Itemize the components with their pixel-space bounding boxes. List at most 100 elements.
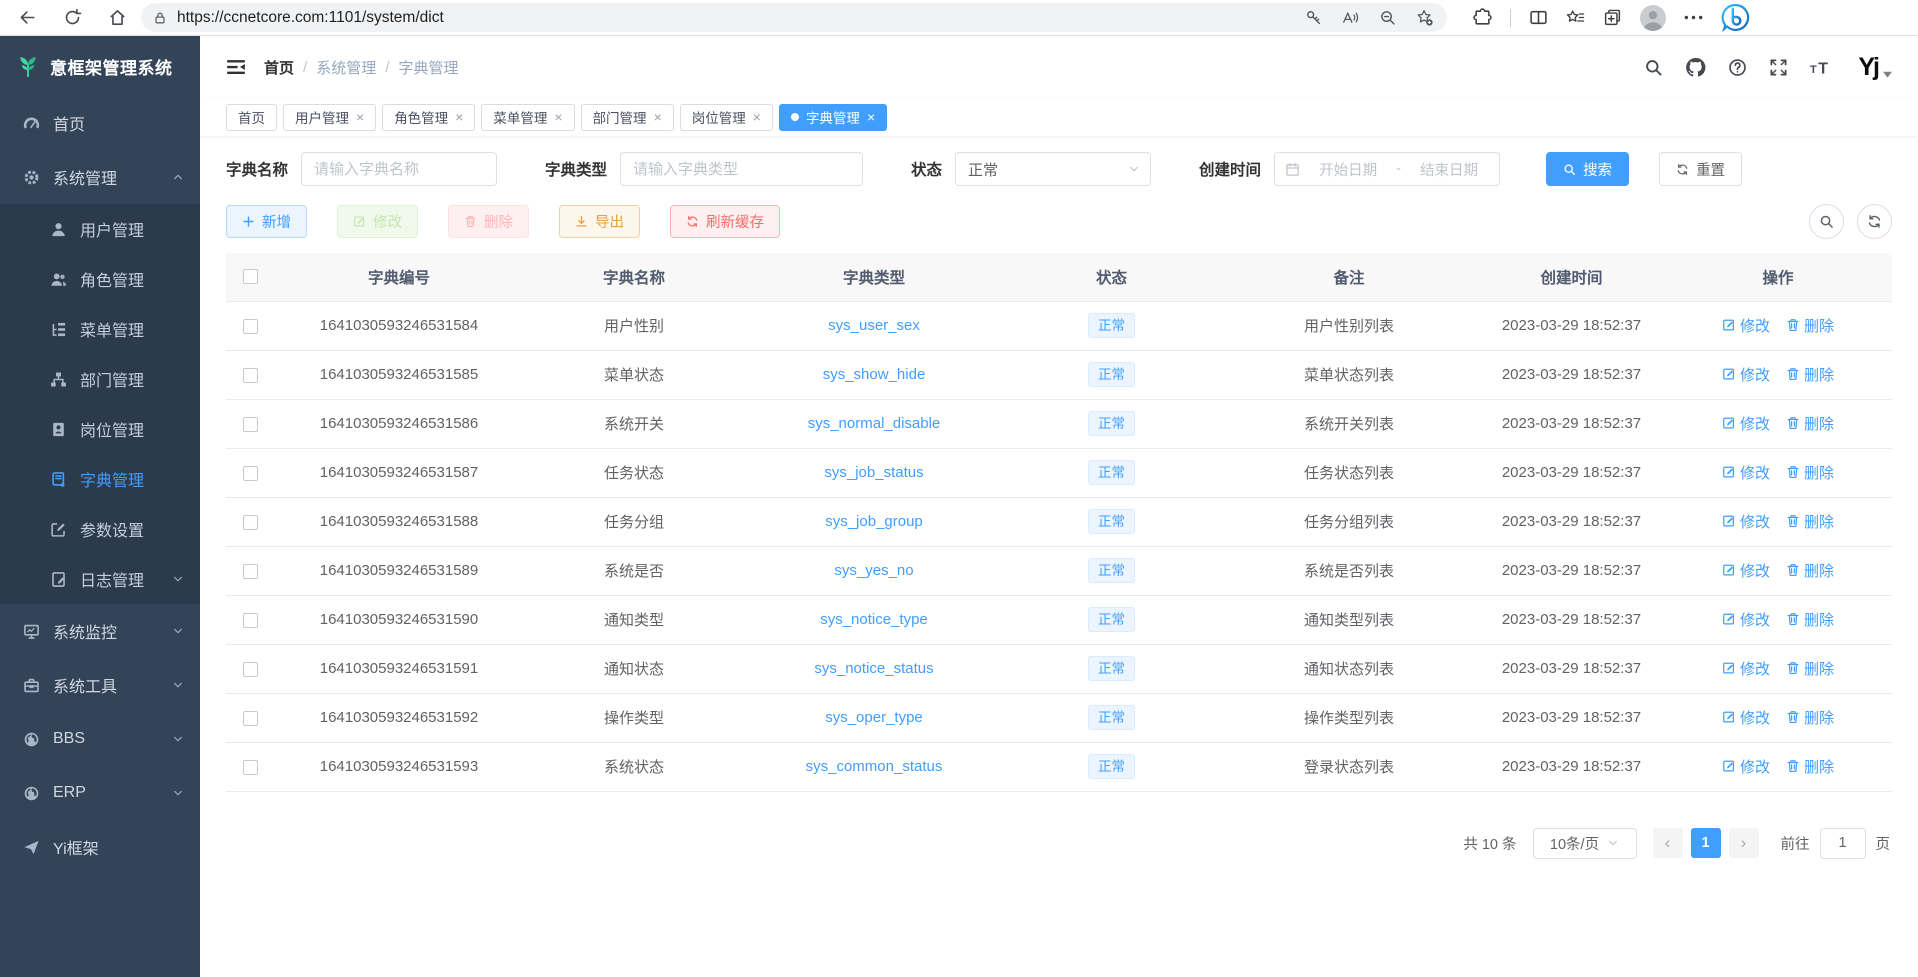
dict-type-link[interactable]: sys_oper_type xyxy=(825,709,923,726)
delete-row-button[interactable]: 删除 xyxy=(1786,756,1834,777)
tab-岗位管理[interactable]: 岗位管理× xyxy=(680,104,773,131)
close-icon[interactable]: × xyxy=(554,110,562,124)
新增-button[interactable]: 新增 xyxy=(226,205,307,238)
edit-row-button[interactable]: 修改 xyxy=(1722,511,1770,532)
font-size-icon[interactable]: TT xyxy=(1810,58,1832,77)
sidebar-item-部门管理[interactable]: 部门管理 xyxy=(0,354,200,404)
sidebar-item-岗位管理[interactable]: 岗位管理 xyxy=(0,404,200,454)
sidebar-item-系统监控[interactable]: 系统监控 xyxy=(0,604,200,658)
tab-字典管理[interactable]: 字典管理× xyxy=(779,104,887,131)
sidebar-item-系统工具[interactable]: 系统工具 xyxy=(0,658,200,712)
row-checkbox[interactable] xyxy=(243,466,258,481)
sidebar-item-BBS[interactable]: BBS xyxy=(0,712,200,766)
url-text[interactable]: https://ccnetcore.com:1101/system/dict xyxy=(177,9,1295,27)
dict-type-link[interactable]: sys_job_group xyxy=(825,513,923,530)
more-menu-icon[interactable] xyxy=(1684,8,1703,27)
delete-row-button[interactable]: 删除 xyxy=(1786,364,1834,385)
close-icon[interactable]: × xyxy=(867,110,875,124)
next-page-button[interactable]: › xyxy=(1729,828,1759,858)
dict-type-link[interactable]: sys_user_sex xyxy=(828,317,920,334)
close-icon[interactable]: × xyxy=(356,110,364,124)
favorite-add-icon[interactable] xyxy=(1416,9,1433,26)
delete-row-button[interactable]: 删除 xyxy=(1786,511,1834,532)
refresh-table-button[interactable] xyxy=(1857,204,1892,239)
delete-row-button[interactable]: 删除 xyxy=(1786,560,1834,581)
home-icon[interactable] xyxy=(108,8,127,27)
reload-icon[interactable] xyxy=(63,8,82,27)
delete-row-button[interactable]: 删除 xyxy=(1786,315,1834,336)
password-key-icon[interactable] xyxy=(1305,9,1322,26)
edit-row-button[interactable]: 修改 xyxy=(1722,462,1770,483)
sidebar-item-参数设置[interactable]: 参数设置 xyxy=(0,504,200,554)
search-icon[interactable] xyxy=(1644,58,1663,77)
dict-type-link[interactable]: sys_yes_no xyxy=(834,562,913,579)
delete-row-button[interactable]: 删除 xyxy=(1786,413,1834,434)
sidebar-item-系统管理[interactable]: 系统管理 xyxy=(0,150,200,204)
date-range-picker[interactable]: 开始日期 - 结束日期 xyxy=(1274,152,1500,186)
close-icon[interactable]: × xyxy=(654,110,662,124)
edit-row-button[interactable]: 修改 xyxy=(1722,560,1770,581)
edit-row-button[interactable]: 修改 xyxy=(1722,364,1770,385)
sidebar-item-日志管理[interactable]: 日志管理 xyxy=(0,554,200,604)
row-checkbox[interactable] xyxy=(243,515,258,530)
sidebar-item-首页[interactable]: 首页 xyxy=(0,96,200,150)
sidebar-item-角色管理[interactable]: 角色管理 xyxy=(0,254,200,304)
favorites-icon[interactable] xyxy=(1566,8,1585,27)
tab-用户管理[interactable]: 用户管理× xyxy=(283,104,376,131)
breadcrumb-home[interactable]: 首页 xyxy=(264,57,294,78)
delete-row-button[interactable]: 删除 xyxy=(1786,658,1834,679)
user-logo-menu[interactable]: Yj xyxy=(1858,55,1892,80)
row-checkbox[interactable] xyxy=(243,417,258,432)
dict-type-link[interactable]: sys_notice_status xyxy=(814,660,933,677)
delete-row-button[interactable]: 删除 xyxy=(1786,609,1834,630)
search-button[interactable]: 搜索 xyxy=(1546,152,1629,186)
dict-type-input[interactable] xyxy=(620,152,863,186)
extensions-icon[interactable] xyxy=(1473,8,1492,27)
tab-菜单管理[interactable]: 菜单管理× xyxy=(481,104,574,131)
edit-row-button[interactable]: 修改 xyxy=(1722,315,1770,336)
edit-row-button[interactable]: 修改 xyxy=(1722,413,1770,434)
edit-row-button[interactable]: 修改 xyxy=(1722,609,1770,630)
copilot-icon[interactable] xyxy=(1721,3,1750,32)
split-screen-icon[interactable] xyxy=(1529,8,1548,27)
tab-角色管理[interactable]: 角色管理× xyxy=(382,104,475,131)
sidebar-item-ERP[interactable]: ERP xyxy=(0,766,200,820)
close-icon[interactable]: × xyxy=(455,110,463,124)
close-icon[interactable]: × xyxy=(753,110,761,124)
row-checkbox[interactable] xyxy=(243,613,258,628)
sidebar-item-用户管理[interactable]: 用户管理 xyxy=(0,204,200,254)
导出-button[interactable]: 导出 xyxy=(559,205,640,238)
row-checkbox[interactable] xyxy=(243,368,258,383)
dict-type-link[interactable]: sys_notice_type xyxy=(820,611,928,628)
row-checkbox[interactable] xyxy=(243,662,258,677)
sidebar-item-字典管理[interactable]: 字典管理 xyxy=(0,454,200,504)
刷新缓存-button[interactable]: 刷新缓存 xyxy=(670,205,780,238)
page-size-select[interactable]: 10条/页 xyxy=(1533,828,1637,859)
collections-icon[interactable] xyxy=(1603,8,1622,27)
delete-row-button[interactable]: 删除 xyxy=(1786,707,1834,728)
collapse-menu-icon[interactable] xyxy=(226,57,246,77)
sidebar-item-Yi框架[interactable]: Yi框架 xyxy=(0,820,200,874)
tab-部门管理[interactable]: 部门管理× xyxy=(581,104,674,131)
prev-page-button[interactable]: ‹ xyxy=(1653,828,1683,858)
help-icon[interactable] xyxy=(1728,58,1747,77)
tab-首页[interactable]: 首页 xyxy=(226,104,277,131)
dict-type-link[interactable]: sys_normal_disable xyxy=(808,415,941,432)
edit-row-button[interactable]: 修改 xyxy=(1722,707,1770,728)
back-icon[interactable] xyxy=(18,8,37,27)
address-bar[interactable]: https://ccnetcore.com:1101/system/dict xyxy=(141,3,1447,32)
dict-type-link[interactable]: sys_job_status xyxy=(824,464,923,481)
breadcrumb-system[interactable]: 系统管理 xyxy=(316,57,376,78)
dict-name-input[interactable] xyxy=(301,152,497,186)
row-checkbox[interactable] xyxy=(243,711,258,726)
zoom-out-icon[interactable] xyxy=(1379,9,1396,26)
edit-row-button[interactable]: 修改 xyxy=(1722,756,1770,777)
dict-type-link[interactable]: sys_show_hide xyxy=(823,366,926,383)
row-checkbox[interactable] xyxy=(243,319,258,334)
profile-avatar[interactable] xyxy=(1640,5,1666,31)
row-checkbox[interactable] xyxy=(243,564,258,579)
reset-button[interactable]: 重置 xyxy=(1659,152,1742,186)
dict-type-link[interactable]: sys_common_status xyxy=(806,758,943,775)
delete-row-button[interactable]: 删除 xyxy=(1786,462,1834,483)
fullscreen-icon[interactable] xyxy=(1769,58,1788,77)
